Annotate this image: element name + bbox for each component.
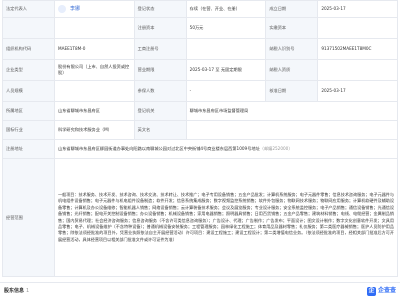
avatar <box>58 5 66 13</box>
row-legal-rep: 法定代表人 李娜 登记状态 存续（在营、开业、在册） 成立日期 2025-03-… <box>2 0 398 18</box>
section-footer: 股东信息 1 企 企查查 <box>0 282 400 300</box>
value-paid-capital <box>317 17 398 39</box>
label-paid-capital: 实缴资本 <box>265 17 319 39</box>
value-founded: 2025-03-17 <box>317 0 398 18</box>
label-status: 登记状态 <box>133 0 187 18</box>
brand-logo-icon: 企 <box>366 287 376 296</box>
brand-name: 企查查 <box>377 287 396 295</box>
section-count: 1 <box>26 288 30 295</box>
row-region: 所属地区 山东省聊城市东昌府区 登记机关 聊城市东昌府区市场监督管理局 <box>2 101 399 121</box>
label-empty <box>2 17 55 39</box>
row-company-type: 企业类型 股份有限公司（上市、自然人投资或控股） 营业期限 2025-03-17… <box>2 59 398 81</box>
label-region: 所属地区 <box>2 101 55 121</box>
value-taxpayer-qual <box>317 59 398 81</box>
row-capital: 注册资本 50万元 实缴资本 <box>2 17 398 39</box>
label-taxpayer-qual: 纳税人资质 <box>265 59 319 81</box>
value-reg-authority: 聊城市东昌府区市场监督管理局 <box>185 101 399 121</box>
row-industry: 国标行业 科学研究和技术服务业（M） 英文名 <box>2 120 399 140</box>
value-region: 山东省聊城市东昌府区 <box>54 101 135 121</box>
company-info-page: 法定代表人 李娜 登记状态 存续（在营、开业、在册） 成立日期 2025-03-… <box>0 0 400 300</box>
label-staff-size: 人员规模 <box>2 80 55 102</box>
label-company-type: 企业类型 <box>2 59 55 81</box>
label-taxpayer-id: 纳税人识别号 <box>265 38 319 60</box>
value-empty <box>54 17 135 39</box>
value-status: 存续（在营、开业、在册） <box>185 0 267 18</box>
legal-rep-name[interactable]: 李娜 <box>70 6 80 13</box>
value-business-term: 2025-03-17 至 无固定期限 <box>185 59 267 81</box>
label-insured: 参保人数 <box>133 80 187 102</box>
address-text: 山东省聊城市东昌府区柳园街道办事处向阳路以南聊城公园对过北区中央街铺4号商业楼东… <box>58 146 260 152</box>
label-address: 注册地址 <box>2 139 55 159</box>
label-founded: 成立日期 <box>265 0 319 18</box>
value-address: 山东省聊城市东昌府区柳园街道办事处向阳路以南聊城公园对过北区中央街铺4号商业楼东… <box>54 139 398 159</box>
value-reg-capital: 50万元 <box>185 17 267 39</box>
label-legal-rep: 法定代表人 <box>2 0 55 18</box>
value-taxpayer-id: 91371502MAEE1T8M0C <box>317 38 398 60</box>
label-business-scope: 经营范围 <box>2 158 55 277</box>
section-title: 股东信息 <box>4 288 25 295</box>
value-staff-size <box>54 80 135 102</box>
label-reg-number: 工商注册号 <box>133 38 187 60</box>
row-org-code: 组织机构代码 MAEE1T8M-0 工商注册号 纳税人识别号 91371502M… <box>2 38 398 60</box>
label-business-term: 营业期限 <box>133 59 187 81</box>
brand-watermark: 企 企查查 <box>366 287 396 296</box>
label-english-name: 英文名 <box>133 120 187 140</box>
value-english-name <box>185 120 399 140</box>
value-org-code: MAEE1T8M-0 <box>54 38 135 60</box>
value-industry: 科学研究和技术服务业（M） <box>54 120 135 140</box>
value-business-scope: 一般项目：技术服务、技术开发、技术咨询、技术交流、技术转让、技术推广；电子专用设… <box>54 158 398 277</box>
label-org-code: 组织机构代码 <box>2 38 55 60</box>
value-company-type: 股份有限公司（上市、自然人投资或控股） <box>54 59 135 81</box>
label-reg-authority: 登记机关 <box>133 101 187 121</box>
value-reg-number <box>185 38 267 60</box>
label-approval-date: 核准日期 <box>265 80 319 102</box>
label-reg-capital: 注册资本 <box>133 17 187 39</box>
value-insured: - <box>185 80 267 102</box>
address-hint: （邮编252000） <box>259 146 293 152</box>
value-approval-date: 2025-03-17 <box>317 80 398 102</box>
row-address: 注册地址 山东省聊城市东昌府区柳园街道办事处向阳路以南聊城公园对过北区中央街铺4… <box>2 139 398 159</box>
row-staff: 人员规模 参保人数 - 核准日期 2025-03-17 <box>2 80 398 102</box>
label-industry: 国标行业 <box>2 120 55 140</box>
row-business-scope: 经营范围 一般项目：技术服务、技术开发、技术咨询、技术交流、技术转让、技术推广；… <box>2 158 398 277</box>
value-legal-rep: 李娜 <box>54 0 135 18</box>
company-info-table: 法定代表人 李娜 登记状态 存续（在营、开业、在册） 成立日期 2025-03-… <box>2 0 399 277</box>
